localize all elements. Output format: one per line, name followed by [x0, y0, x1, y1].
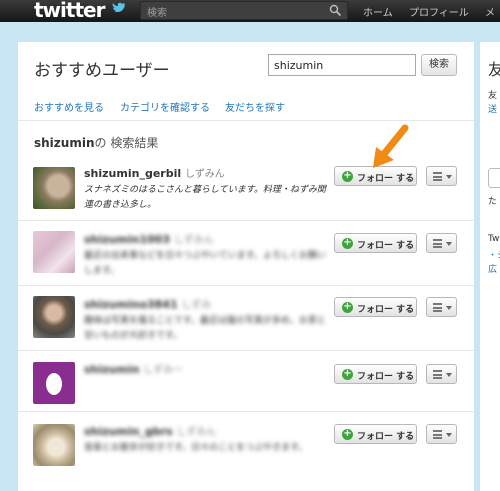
plus-icon: + [342, 368, 353, 380]
user-actions-menu-button[interactable] [426, 297, 457, 317]
follow-button[interactable]: + フォロー する [334, 233, 417, 253]
list-icon [433, 303, 442, 312]
divider [18, 120, 474, 121]
follow-label: フォロー する [357, 305, 415, 315]
user-actions-menu-button[interactable] [426, 364, 457, 384]
follow-button[interactable]: + フォロー する [334, 364, 417, 384]
sidebar-link[interactable]: 送 [488, 102, 497, 115]
sidebar-link[interactable]: 広 [488, 262, 497, 275]
list-icon [433, 239, 442, 248]
top-search-field[interactable]: 検索 [140, 1, 348, 20]
sidebar-link[interactable]: ・シ [488, 248, 500, 261]
chevron-down-icon [446, 306, 452, 310]
plus-icon: + [342, 170, 353, 182]
user-actions-menu-button[interactable] [426, 424, 457, 444]
nav-home[interactable]: ホーム [363, 4, 393, 19]
twitter-logo[interactable]: twitter [34, 0, 105, 22]
user-actions-menu-button[interactable] [426, 166, 457, 186]
list-icon [433, 430, 442, 439]
default-egg-icon [46, 373, 62, 395]
display-name: しずみん [176, 427, 217, 438]
top-bar: twitter 検索 ホーム プロフィール メ [0, 0, 500, 22]
follow-label: フォロー する [357, 432, 415, 442]
username-link[interactable]: shizumin_gerbil [84, 167, 181, 180]
top-search-placeholder: 検索 [147, 8, 167, 19]
link-browse-categories[interactable]: カテゴリを確認する [120, 99, 210, 114]
chevron-down-icon [446, 242, 452, 246]
display-name: しずみん [184, 169, 225, 180]
nav-profile[interactable]: プロフィール [409, 4, 469, 19]
user-actions-menu-button[interactable] [426, 233, 457, 253]
follow-label: フォロー する [357, 241, 415, 251]
link-find-friends[interactable]: 友だちを探す [225, 99, 285, 114]
follow-button[interactable]: + フォロー する [334, 297, 417, 317]
sidebar-text: た [488, 197, 498, 207]
link-see-recommendations[interactable]: おすすめを見る [34, 99, 104, 114]
user-bio: 趣味は写真を撮ることです。最近は猫の写真が多め。お茶と甘いものが大好きです。 [84, 316, 326, 341]
avatar[interactable] [33, 167, 75, 209]
user-row: shizumin1003 しずみん 最近の出来事などを日々つぶやいています。よろ… [18, 220, 474, 282]
user-search-input[interactable] [268, 54, 416, 76]
right-sidebar: 友 友 送 た Tw ・シ 広 [480, 42, 500, 491]
user-row: shizumin_gbrs しずみん 音楽とお散歩が好きです。日々のことをつぶや… [18, 411, 474, 473]
user-search-button[interactable]: 検索 [421, 54, 457, 76]
user-info: shizumin_gbrs しずみん 音楽とお散歩が好きです。日々のことをつぶや… [84, 423, 334, 456]
list-icon [433, 172, 442, 181]
follow-button[interactable]: + フォロー する [334, 424, 417, 444]
avatar[interactable] [33, 231, 75, 273]
follow-label: フォロー する [357, 372, 415, 382]
search-icon[interactable] [329, 4, 342, 17]
user-bio: スナネズミのはるこさんと暮らしています。料理・ねずみ関連の書き込多し。 [84, 185, 326, 210]
username-link[interactable]: shizumin_gbrs [84, 425, 173, 438]
username-link[interactable]: shizumin [84, 363, 139, 376]
username-link[interactable]: shizumin1003 [84, 233, 170, 246]
chevron-down-icon [446, 373, 452, 377]
sidebar-text: Tw [488, 234, 500, 244]
results-suffix: の 検索結果 [94, 136, 159, 150]
sidebar-title: 友 [488, 60, 500, 79]
user-info: shizumin_gerbil しずみん スナネズミのはるこさんと暮らしています… [84, 165, 334, 213]
sidebar-input[interactable] [488, 168, 500, 188]
user-row: shizumin しずみー + フォロー する [18, 350, 474, 412]
results-heading: shizuminの 検索結果 [34, 134, 158, 151]
user-info: shizumino3841 しずみ 趣味は写真を撮ることです。最近は猫の写真が多… [84, 296, 334, 344]
page-title: おすすめユーザー [34, 61, 170, 81]
username-link[interactable]: shizumino3841 [84, 298, 178, 311]
user-info: shizumin しずみー [84, 361, 334, 379]
display-name: しずみん [173, 235, 214, 246]
plus-icon: + [342, 237, 353, 249]
user-info: shizumin1003 しずみん 最近の出来事などを日々つぶやいています。よろ… [84, 231, 334, 279]
avatar[interactable] [33, 296, 75, 338]
recommended-users-panel: おすすめユーザー 検索 おすすめを見る カテゴリを確認する 友だちを探す shi… [18, 42, 474, 491]
avatar[interactable] [33, 424, 75, 466]
avatar[interactable] [33, 362, 75, 404]
chevron-down-icon [446, 175, 452, 179]
chevron-down-icon [446, 433, 452, 437]
plus-icon: + [342, 428, 353, 440]
user-bio: 音楽とお散歩が好きです。日々のことをつぶやきます。 [84, 443, 308, 453]
arrow-pointer-icon [373, 124, 409, 168]
results-query: shizumin [34, 136, 95, 150]
plus-icon: + [342, 301, 353, 313]
display-name: しずみ [181, 300, 212, 311]
sidebar-text: 友 [488, 91, 498, 101]
list-icon [433, 370, 442, 379]
user-bio: 最近の出来事などを日々つぶやいています。よろしくお願いします。 [84, 251, 326, 276]
display-name: しずみー [143, 365, 184, 376]
bird-icon [112, 1, 126, 19]
nav-messages[interactable]: メ [485, 4, 495, 19]
user-row: shizumino3841 しずみ 趣味は写真を撮ることです。最近は猫の写真が多… [18, 285, 474, 347]
